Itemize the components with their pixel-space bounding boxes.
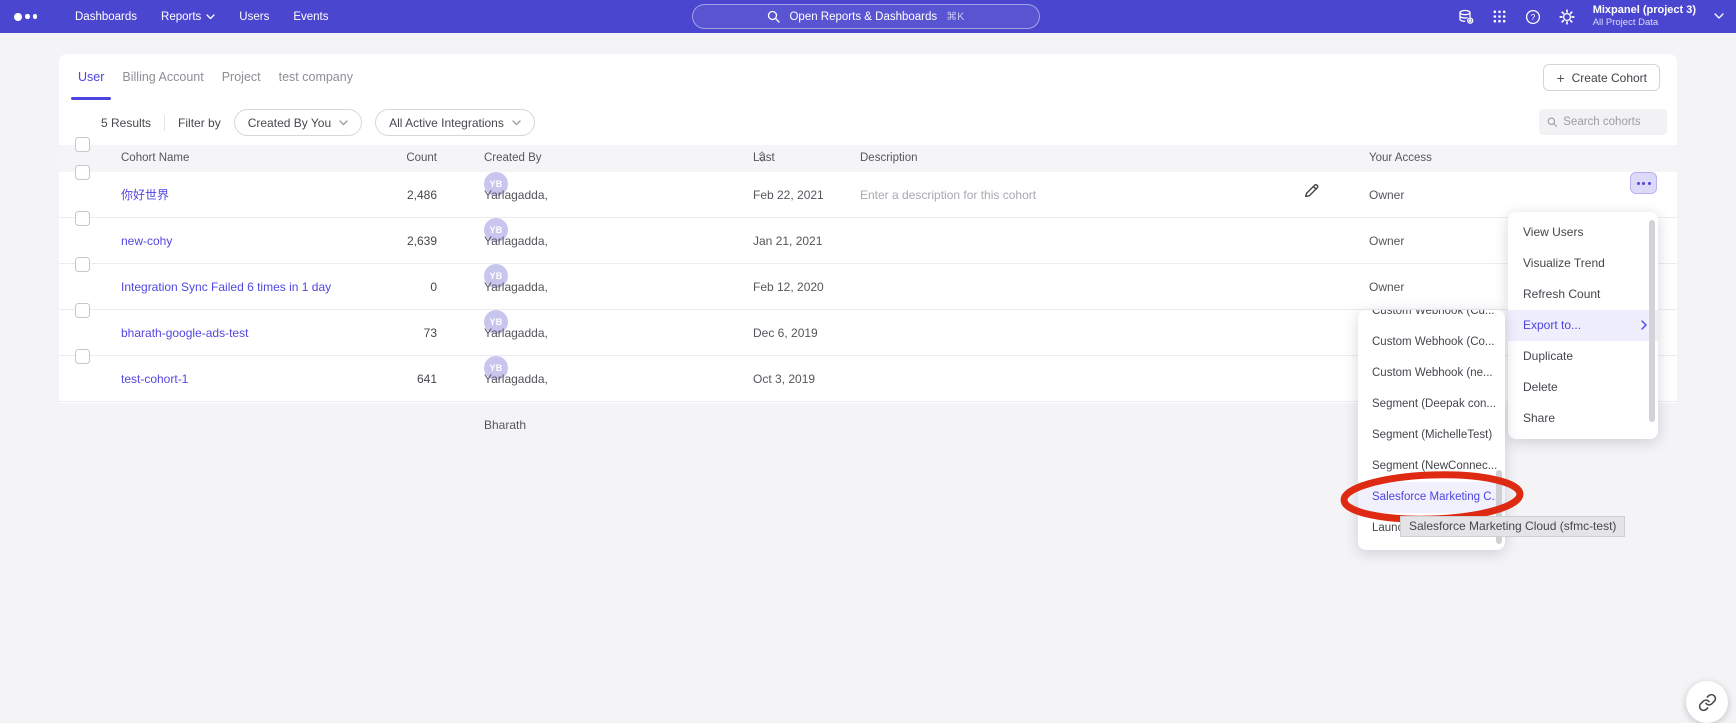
table-row: 你好世界 2,486 YBYarlagadda, Bharath Feb 22,… bbox=[59, 172, 1677, 218]
nav-item-dashboards[interactable]: Dashboards bbox=[75, 11, 137, 23]
menu-item-share[interactable]: Share bbox=[1508, 403, 1658, 434]
submenu-item-custom-webhook-3[interactable]: Custom Webhook (ne... bbox=[1358, 358, 1505, 389]
top-nav: Dashboards Reports Users Events Open Rep… bbox=[0, 0, 1736, 33]
header-count: Count bbox=[319, 145, 437, 172]
menu-item-delete[interactable]: Delete bbox=[1508, 372, 1658, 403]
row-actions-button[interactable] bbox=[1630, 172, 1657, 194]
header-description: Description bbox=[860, 145, 918, 172]
select-all-checkbox[interactable] bbox=[75, 137, 90, 152]
menu-item-duplicate[interactable]: Duplicate bbox=[1508, 341, 1658, 372]
menu-item-refresh-count[interactable]: Refresh Count bbox=[1508, 279, 1658, 310]
nav-item-events[interactable]: Events bbox=[293, 11, 328, 23]
chevron-right-icon bbox=[1641, 320, 1647, 330]
created-by-dropdown[interactable]: Created By You bbox=[234, 109, 362, 136]
search-cohorts-input[interactable] bbox=[1563, 116, 1659, 128]
settings-gear-icon[interactable] bbox=[1559, 9, 1575, 25]
last-modified: Feb 22, 2021 bbox=[753, 172, 824, 218]
submenu-item-segment-1[interactable]: Segment (Deepak con... bbox=[1358, 389, 1505, 420]
created-by: Yarlagadda, Bharath bbox=[484, 356, 548, 448]
data-icon[interactable] bbox=[1458, 9, 1474, 25]
table-row: new-cohy 2,639 YBYarlagadda, Bharath Jan… bbox=[59, 218, 1677, 264]
plus-icon: + bbox=[1556, 70, 1564, 86]
link-icon bbox=[1698, 693, 1717, 712]
cohort-count: 0 bbox=[319, 264, 437, 310]
last-modified: Feb 12, 2020 bbox=[753, 264, 824, 310]
table-row: Integration Sync Failed 6 times in 1 day… bbox=[59, 264, 1677, 310]
row-checkbox[interactable] bbox=[75, 303, 90, 318]
cohort-count: 641 bbox=[319, 356, 437, 402]
integrations-dropdown[interactable]: All Active Integrations bbox=[375, 109, 535, 136]
apps-grid-icon[interactable] bbox=[1492, 9, 1507, 24]
last-modified: Dec 6, 2019 bbox=[753, 310, 818, 356]
cohort-name-link[interactable]: test-cohort-1 bbox=[121, 356, 188, 402]
chevron-down-icon bbox=[339, 120, 348, 126]
header-last-modified[interactable]: Last Modified bbox=[753, 145, 766, 172]
tab-project[interactable]: Project bbox=[213, 54, 270, 100]
menu-scrollbar-thumb[interactable] bbox=[1649, 220, 1655, 422]
edit-pencil-icon[interactable] bbox=[1303, 172, 1320, 218]
access-value: Owner bbox=[1369, 172, 1404, 218]
salesforce-tooltip: Salesforce Marketing Cloud (sfmc-test) bbox=[1400, 516, 1625, 537]
help-icon[interactable]: ? bbox=[1525, 9, 1541, 25]
chevron-down-icon bbox=[512, 120, 521, 126]
search-cohorts-box bbox=[1539, 109, 1667, 135]
cohort-count: 2,486 bbox=[319, 172, 437, 218]
submenu-item-segment-3[interactable]: Segment (NewConnec... bbox=[1358, 451, 1505, 482]
results-count: 5 Results bbox=[101, 116, 151, 130]
access-value: Owner bbox=[1369, 218, 1404, 264]
search-icon bbox=[1547, 116, 1557, 128]
global-search-placeholder: Open Reports & Dashboards bbox=[789, 11, 937, 23]
menu-item-view-users[interactable]: View Users bbox=[1508, 217, 1658, 248]
chevron-down-icon bbox=[206, 14, 215, 20]
tab-test-company[interactable]: test company bbox=[270, 54, 362, 100]
project-name: Mixpanel (project 3) bbox=[1593, 4, 1696, 18]
project-switcher[interactable]: Mixpanel (project 3) All Project Data bbox=[1593, 4, 1696, 30]
search-icon bbox=[767, 10, 780, 23]
cohort-name-link[interactable]: bharath-google-ads-test bbox=[121, 310, 248, 356]
access-value: Owner bbox=[1369, 264, 1404, 310]
cohort-name-link[interactable]: Integration Sync Failed 6 times in 1 day bbox=[121, 264, 331, 310]
project-subtitle: All Project Data bbox=[1593, 17, 1696, 29]
cohort-count: 73 bbox=[319, 310, 437, 356]
description-placeholder[interactable]: Enter a description for this cohort bbox=[860, 172, 1036, 218]
cohort-tabs: User Billing Account Project test compan… bbox=[59, 54, 1677, 100]
export-submenu: Custom Webhook (Cu... Custom Webhook (Co… bbox=[1358, 310, 1505, 550]
filter-bar: 5 Results Filter by Created By You All A… bbox=[59, 100, 1677, 145]
submenu-item-segment-2[interactable]: Segment (MichelleTest) bbox=[1358, 420, 1505, 451]
divider bbox=[164, 115, 165, 131]
create-cohort-button[interactable]: + Create Cohort bbox=[1543, 64, 1660, 91]
nav-item-users[interactable]: Users bbox=[239, 11, 269, 23]
table-header: Cohort Name Count Created By Last Modifi… bbox=[59, 145, 1677, 172]
cohort-count: 2,639 bbox=[319, 218, 437, 264]
filter-by-label: Filter by bbox=[178, 116, 221, 130]
row-checkbox[interactable] bbox=[75, 165, 90, 180]
nav-item-reports[interactable]: Reports bbox=[161, 11, 215, 23]
submenu-item-salesforce-marketing-cloud[interactable]: Salesforce Marketing C... bbox=[1358, 482, 1505, 513]
submenu-item-custom-webhook-1[interactable]: Custom Webhook (Cu... bbox=[1358, 310, 1505, 327]
cohort-name-link[interactable]: 你好世界 bbox=[121, 172, 169, 218]
mixpanel-logo-icon[interactable] bbox=[14, 13, 37, 21]
svg-text:?: ? bbox=[1530, 12, 1535, 22]
header-cohort-name: Cohort Name bbox=[121, 145, 189, 172]
last-modified: Jan 21, 2021 bbox=[753, 218, 822, 264]
row-checkbox[interactable] bbox=[75, 211, 90, 226]
tab-billing-account[interactable]: Billing Account bbox=[113, 54, 212, 100]
header-your-access: Your Access bbox=[1369, 145, 1432, 172]
tab-user[interactable]: User bbox=[69, 54, 113, 100]
menu-item-visualize-trend[interactable]: Visualize Trend bbox=[1508, 248, 1658, 279]
share-link-button[interactable] bbox=[1686, 681, 1728, 723]
cohort-name-link[interactable]: new-cohy bbox=[121, 218, 172, 264]
project-chevron-down-icon[interactable] bbox=[1714, 13, 1724, 20]
menu-item-export-to[interactable]: Export to... bbox=[1508, 310, 1658, 341]
global-search-bar[interactable]: Open Reports & Dashboards ⌘K bbox=[692, 4, 1040, 29]
row-checkbox[interactable] bbox=[75, 349, 90, 364]
last-modified: Oct 3, 2019 bbox=[753, 356, 815, 402]
row-checkbox[interactable] bbox=[75, 257, 90, 272]
row-actions-menu: View Users Visualize Trend Refresh Count… bbox=[1508, 212, 1658, 439]
search-shortcut: ⌘K bbox=[946, 10, 964, 23]
submenu-item-custom-webhook-2[interactable]: Custom Webhook (Co... bbox=[1358, 327, 1505, 358]
